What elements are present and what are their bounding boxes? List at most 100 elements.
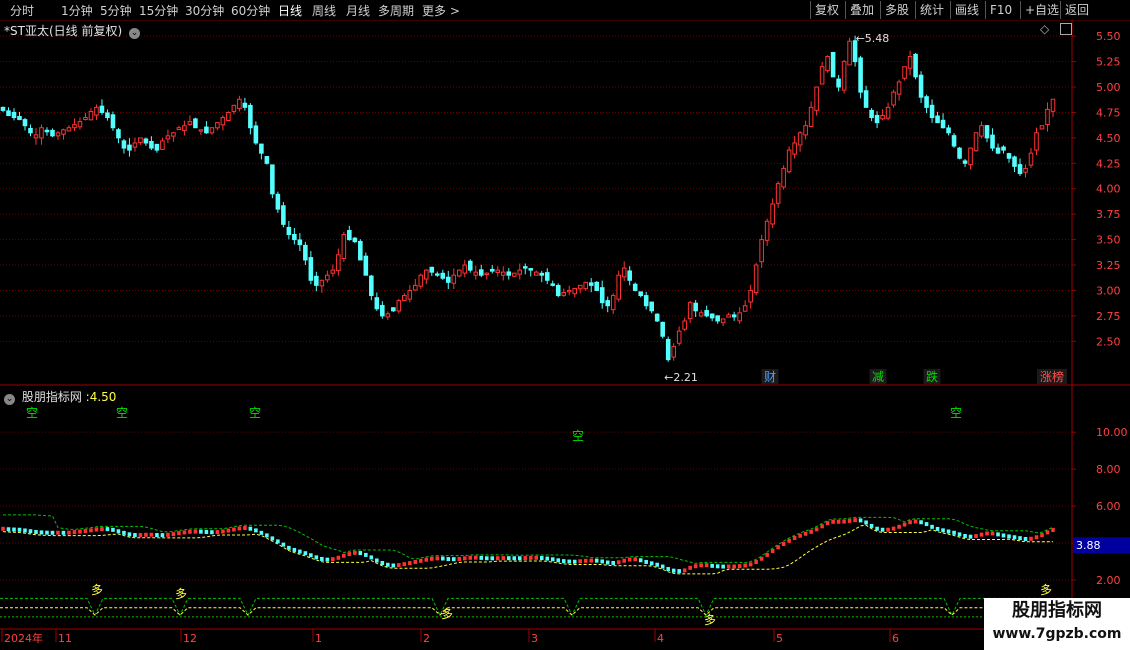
candle-body [528,268,534,271]
candle-body [550,283,556,286]
candle-body [902,66,907,79]
candle-body [665,338,671,361]
indicator-bar [28,529,33,534]
tab-intraday[interactable]: 分时 [10,2,34,19]
overlay-button[interactable]: 叠加 [845,1,878,19]
candle-body [841,61,847,91]
stock-title: *ST亚太(日线 前复权) [4,24,123,38]
indicator-bar [166,532,170,537]
back-button[interactable]: 返回 [1060,1,1093,19]
candle-body [517,269,523,275]
time-axis-label: 2 [423,632,430,645]
signal-long: 多 [441,607,453,621]
candle-body [753,264,759,294]
low-annotation: ←2.21 [664,371,698,384]
candle-body [946,127,951,134]
tab-multi-period[interactable]: 多周期 [378,2,414,19]
indicator-bar [56,530,60,535]
indicator-bar [254,528,258,533]
candle-body [1012,156,1017,167]
indicator-bar [12,527,16,532]
candle-body [456,269,462,277]
statistics-button[interactable]: 统计 [915,1,948,19]
candle-body [742,305,748,312]
event-tag: 涨榜 [1040,369,1064,384]
indicator-bar [204,529,209,534]
candle-body [599,287,605,304]
candle-body [627,270,632,281]
fuquan-button[interactable]: 复权 [810,1,843,19]
candle-body [220,117,226,126]
f10-button[interactable]: F10 [985,1,1016,19]
indicator-bar [583,558,588,563]
indicator-bar [506,556,511,561]
candle-body [209,127,215,134]
candle-body [451,274,457,284]
tab-15min[interactable]: 15分钟 [139,2,178,19]
chevron-down-icon[interactable]: ⌄ [128,28,140,39]
candle-body [858,57,863,93]
indicator-bar [23,528,27,533]
time-axis-label: 4 [657,632,664,645]
candle-body [962,160,968,164]
diamond-icon[interactable]: ◇ [1040,22,1049,36]
candle-body [995,147,1001,154]
candle-body [918,74,924,98]
indicator-bar [622,558,626,563]
indicator-bar [550,557,555,562]
indicator-bar [72,530,77,535]
multi-stock-button[interactable]: 多股 [880,1,913,19]
tab-daily[interactable]: 日线 [278,2,302,19]
tab-30min[interactable]: 30分钟 [185,2,224,19]
draw-line-button[interactable]: 画线 [950,1,983,19]
tab-5min[interactable]: 5分钟 [100,2,132,19]
chevron-down-icon[interactable]: ⌄ [4,394,15,405]
candle-body [462,264,468,274]
tab-weekly[interactable]: 周线 [312,2,336,19]
indicator-bar [655,562,659,567]
indicator-bar [605,560,610,565]
candle-body [830,51,836,78]
candle-body [407,289,413,300]
indicator-bar [39,530,44,535]
candle-body [187,121,193,125]
indicator-bar [430,556,434,561]
indicator-bar [336,555,341,560]
indicator-bar [122,530,126,535]
candle-body [847,40,852,66]
candle-body [440,272,446,279]
window-toggle-icon[interactable] [1060,23,1072,35]
add-watchlist-button[interactable]: +自选 [1020,1,1063,19]
candle-body [336,254,341,272]
indicator-bar [545,556,550,561]
candle-body [380,304,385,317]
kline-chart[interactable]: 5.50 5.25 5.00 4.75 4.50 4.25 4.00 3.75 3.50 3.25… [0,20,1130,650]
indicator-bar [17,527,22,532]
tab-monthly[interactable]: 月线 [346,2,370,19]
indicator-bar [990,531,995,536]
candle-body [22,119,28,127]
indicator-bar [512,556,517,561]
tab-more[interactable]: 更多 > [422,2,460,19]
indicator-bar [710,563,714,568]
indicator-bar [408,561,412,566]
price-tick-label: 5.00 [1096,81,1121,94]
candle-body [979,125,984,137]
price-tick-label: 3.75 [1096,208,1121,221]
indicator-tick-label: 10.00 [1096,426,1128,439]
indicator-bar [265,533,269,538]
candle-body [358,240,363,261]
time-axis-label: 11 [58,632,72,645]
indicator-lower-band [2,524,1053,575]
candle-body [726,314,731,318]
indicator-bar [1023,537,1028,542]
tab-60min[interactable]: 60分钟 [231,2,270,19]
indicator-bar [210,530,214,535]
indicator-series [0,514,1072,618]
indicator-bar [891,526,896,531]
candle-body [149,140,154,149]
tab-1min[interactable]: 1分钟 [61,2,93,19]
candle-body [874,114,880,124]
candle-body [654,313,660,322]
indicator-bar [589,558,594,563]
